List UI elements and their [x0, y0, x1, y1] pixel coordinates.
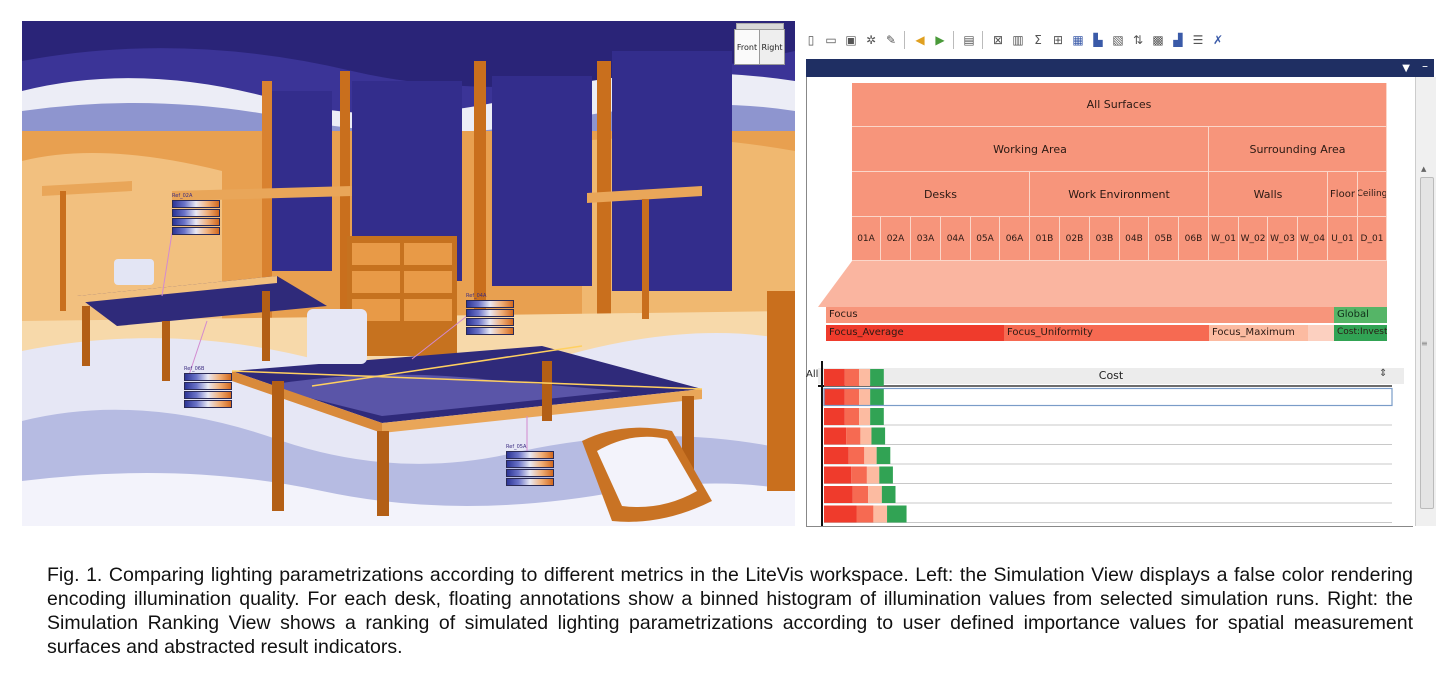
- bar-segment-maximum[interactable]: [866, 466, 880, 484]
- surface-leaf[interactable]: 03A: [911, 217, 941, 261]
- ranking-row[interactable]: [823, 387, 1393, 407]
- surface-leaf[interactable]: 01B: [1030, 217, 1060, 261]
- bar-segment-uniformity[interactable]: [852, 486, 869, 503]
- desk-histogram-annotation[interactable]: Ref_06B: [184, 366, 232, 409]
- histogram-bar: [506, 451, 554, 459]
- scroll-grip-icon: ≡: [1421, 339, 1428, 348]
- bar-segment-average[interactable]: [824, 427, 847, 445]
- histogram-bar: [184, 373, 232, 381]
- cube-front-face[interactable]: Front: [734, 29, 760, 65]
- bar-segment-maximum[interactable]: [864, 447, 877, 464]
- bar-segment-uniformity[interactable]: [856, 505, 874, 523]
- bar-segment-cost[interactable]: [870, 408, 884, 425]
- surface-leaf[interactable]: 04A: [941, 217, 971, 261]
- bar-segment-cost[interactable]: [871, 427, 886, 445]
- histogram-label: Ref_04A: [466, 293, 487, 299]
- histogram-bar: [466, 309, 514, 317]
- bar-segment-average[interactable]: [824, 408, 845, 425]
- bar-segment-uniformity[interactable]: [844, 369, 860, 386]
- desk-histogram-annotation[interactable]: Ref_05A: [506, 444, 554, 487]
- ranking-row[interactable]: [824, 505, 1392, 523]
- histogram-bar: [172, 218, 220, 226]
- histogram-label: Ref_02A: [172, 193, 193, 199]
- surface-leaf[interactable]: D_01: [1358, 217, 1387, 261]
- figure-caption: Fig. 1. Comparing lighting parametrizati…: [47, 564, 1413, 658]
- ranking-bars[interactable]: [798, 21, 1438, 526]
- bar-segment-maximum[interactable]: [873, 505, 888, 523]
- bar-segment-uniformity[interactable]: [844, 408, 860, 425]
- bar-segment-cost[interactable]: [870, 388, 884, 406]
- surface-leaf[interactable]: 01A: [852, 217, 881, 261]
- bar-segment-cost[interactable]: [870, 369, 884, 386]
- simulation-ranking-view[interactable]: ▯ ▭ ▣ ✲ ✎ ◀ ▶ ▤ ⊠ ▥ Σ ⊞ ▦ ▙ ▧ ⇅ ▩ ▟ ☰ ✗ …: [798, 21, 1438, 527]
- bar-segment-average[interactable]: [824, 388, 845, 406]
- bar-segment-cost[interactable]: [881, 486, 896, 503]
- bar-segment-maximum[interactable]: [868, 486, 882, 503]
- surface-leaf[interactable]: W_03: [1268, 217, 1298, 261]
- histogram-bar: [506, 460, 554, 468]
- surface-leaf[interactable]: 05A: [971, 217, 1000, 261]
- surface-leaf[interactable]: 06B: [1179, 217, 1209, 261]
- surface-leaf[interactable]: W_02: [1239, 217, 1268, 261]
- surface-leaf[interactable]: U_01: [1328, 217, 1358, 261]
- bar-segment-cost[interactable]: [879, 466, 893, 484]
- bar-segment-uniformity[interactable]: [844, 388, 860, 406]
- histogram-label: Ref_06B: [184, 366, 205, 372]
- cube-right-face[interactable]: Right: [759, 29, 785, 65]
- desk-histogram-annotation[interactable]: Ref_04A: [466, 293, 514, 336]
- histogram-bar: [506, 478, 554, 486]
- bar-segment-cost[interactable]: [876, 447, 891, 464]
- desk-histogram-annotation[interactable]: Ref_02A: [172, 193, 220, 236]
- bar-segment-maximum[interactable]: [859, 369, 871, 386]
- histogram-bar: [466, 300, 514, 308]
- histogram-bar: [184, 382, 232, 390]
- bar-segment-average[interactable]: [824, 369, 845, 386]
- scroll-up-icon[interactable]: ▲: [1421, 165, 1426, 173]
- bar-segment-uniformity[interactable]: [846, 427, 861, 445]
- histogram-bar: [466, 327, 514, 335]
- surface-leaf[interactable]: 06A: [1000, 217, 1030, 261]
- surface-leaf[interactable]: 02A: [881, 217, 911, 261]
- histogram-bar: [184, 391, 232, 399]
- surface-leaf[interactable]: 03B: [1090, 217, 1120, 261]
- surface-leaf[interactable]: 04B: [1120, 217, 1149, 261]
- bar-segment-cost[interactable]: [887, 505, 907, 523]
- bar-segment-maximum[interactable]: [859, 408, 871, 425]
- bar-segment-maximum[interactable]: [860, 427, 872, 445]
- bar-segment-average[interactable]: [824, 447, 849, 464]
- bar-segment-average[interactable]: [824, 486, 853, 503]
- bar-segment-average[interactable]: [824, 505, 857, 523]
- ranking-row[interactable]: [824, 466, 1392, 484]
- histogram-label: Ref_05A: [506, 444, 527, 450]
- bar-segment-uniformity[interactable]: [851, 466, 867, 484]
- ranking-row[interactable]: [824, 369, 1392, 387]
- simulation-view[interactable]: Front Right Ref_02A Ref_04A Ref_06B Ref_…: [22, 21, 795, 526]
- bar-segment-uniformity[interactable]: [848, 447, 865, 464]
- histogram-bar: [172, 200, 220, 208]
- surface-leaf[interactable]: 02B: [1060, 217, 1090, 261]
- selected-row-outline: [823, 387, 1393, 407]
- histogram-bar: [466, 318, 514, 326]
- orientation-cube[interactable]: Front Right: [734, 23, 786, 65]
- surface-leaf[interactable]: W_01: [1209, 217, 1239, 261]
- surface-leaf[interactable]: 05B: [1149, 217, 1179, 261]
- ranking-row[interactable]: [824, 427, 1392, 445]
- false-color-rendering[interactable]: [22, 21, 795, 526]
- ranking-row[interactable]: [824, 447, 1392, 465]
- histogram-bar: [184, 400, 232, 408]
- bar-segment-average[interactable]: [824, 466, 852, 484]
- histogram-bar: [506, 469, 554, 477]
- ranking-row[interactable]: [824, 486, 1392, 504]
- histogram-bar: [172, 227, 220, 235]
- vertical-scrollbar[interactable]: ▲ ≡: [1415, 77, 1436, 526]
- surface-leaf[interactable]: W_04: [1298, 217, 1328, 261]
- ranking-row[interactable]: [824, 408, 1392, 426]
- bar-segment-maximum[interactable]: [859, 388, 871, 406]
- histogram-bar: [172, 209, 220, 217]
